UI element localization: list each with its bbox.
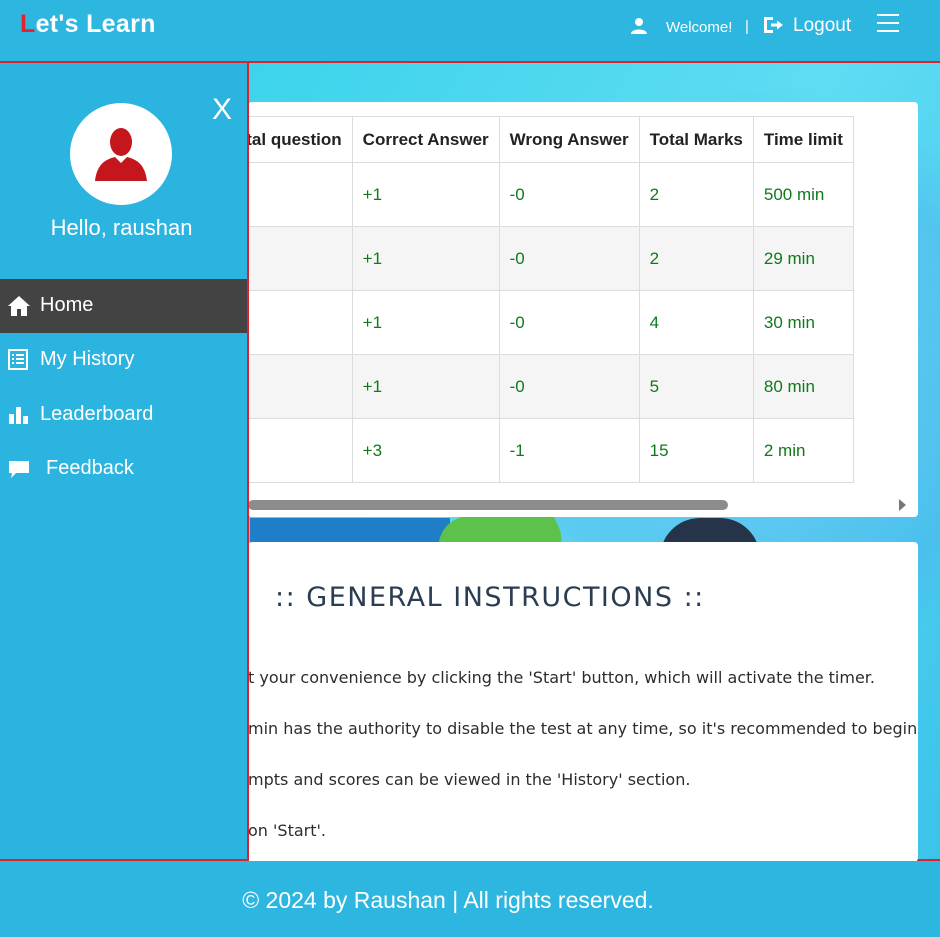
table-cell: 5 [248, 418, 353, 483]
logout-link[interactable]: Logout [793, 15, 851, 37]
table-cell: 5 [248, 354, 353, 419]
table-cell: -1 [498, 418, 640, 483]
table-cell: 2 [638, 162, 754, 227]
table-cell: 500 min [752, 162, 854, 227]
sidebar-item-home[interactable]: Home [0, 279, 247, 333]
table-cell: 4 [638, 290, 754, 355]
brand-name: et's Learn [35, 10, 156, 38]
instruction-line: min has the authority to disable the tes… [248, 719, 918, 738]
sidebar-item-label: Feedback [46, 457, 134, 479]
sidebar-item-label: Home [40, 294, 94, 316]
table-cell: -0 [498, 354, 640, 419]
table-row: 2 +1 -0 2 500 min [248, 162, 854, 227]
table-cell: -0 [498, 226, 640, 291]
table-cell: -0 [498, 162, 640, 227]
table-header-row: Total question Correct Answer Wrong Answ… [248, 116, 854, 163]
table-row: ✔ 4 +1 -0 4 30 min [248, 290, 854, 355]
table-cell: 30 min [752, 290, 854, 355]
sidebar-item-label: Leaderboard [40, 403, 154, 425]
footer-copyright: © 2024 by Raushan | All rights reserved. [242, 887, 654, 913]
brand-logo[interactable]: Let's Learn [20, 10, 156, 39]
background-decoration-band [250, 518, 450, 543]
logout-icon[interactable] [762, 15, 784, 35]
user-icon [631, 18, 647, 34]
instructions-title: :: GENERAL INSTRUCTIONS :: [275, 582, 705, 613]
instructions-card: :: GENERAL INSTRUCTIONS :: t your conven… [248, 542, 918, 862]
table-cell: -0 [498, 290, 640, 355]
table-cell: 2 min [752, 418, 854, 483]
table-cell: 15 [638, 418, 754, 483]
table-header-correct-answer: Correct Answer [351, 116, 500, 163]
table-header-total-marks: Total Marks [638, 116, 754, 163]
instruction-line: on 'Start'. [248, 821, 326, 840]
table-cell: 2 [248, 162, 353, 227]
instruction-line: mpts and scores can be viewed in the 'Hi… [248, 770, 691, 789]
bar-chart-icon [9, 407, 28, 424]
quiz-table: Total question Correct Answer Wrong Answ… [248, 116, 854, 483]
welcome-text: Welcome! [666, 19, 733, 36]
scroll-right-arrow-icon[interactable] [899, 499, 906, 511]
sidebar-item-label: My History [40, 348, 135, 370]
table-cell: +1 [351, 162, 500, 227]
table-cell: +1 [351, 290, 500, 355]
table-row: 5 +1 -0 5 80 min [248, 354, 854, 419]
table-cell: +1 [351, 354, 500, 419]
table-header-time-limit: Time limit [752, 116, 854, 163]
table-cell: 80 min [752, 354, 854, 419]
top-navbar: Let's Learn Welcome! | Logout [0, 0, 940, 61]
footer: © 2024 by Raushan | All rights reserved. [0, 861, 940, 937]
comment-icon [9, 461, 29, 478]
home-icon [8, 296, 30, 316]
sidebar: X Hello, raushan Home My History Leaderb… [0, 61, 249, 861]
table-cell: +1 [351, 226, 500, 291]
table-cell: 2 [248, 226, 353, 291]
table-row: ✔ 2 +1 -0 2 29 min [248, 226, 854, 291]
user-greeting: Hello, raushan [50, 215, 193, 240]
table-cell: 4 [248, 290, 353, 355]
close-sidebar-button[interactable]: X [212, 93, 232, 127]
sidebar-item-feedback[interactable]: Feedback [0, 442, 247, 496]
sidebar-item-leaderboard[interactable]: Leaderboard [0, 388, 247, 442]
table-cell: 29 min [752, 226, 854, 291]
quiz-table-card: Total question Correct Answer Wrong Answ… [248, 102, 918, 517]
avatar [70, 103, 172, 205]
table-header-total-question: Total question [248, 116, 353, 163]
table-row: 5 +3 -1 15 2 min [248, 418, 854, 483]
table-cell: 5 [638, 354, 754, 419]
table-cell: 2 [638, 226, 754, 291]
brand-first-letter: L [20, 10, 36, 38]
sidebar-item-my-history[interactable]: My History [0, 333, 247, 387]
header-separator: | [745, 18, 749, 35]
table-cell: +3 [351, 418, 500, 483]
instruction-line: t your convenience by clicking the 'Star… [248, 668, 875, 687]
scrollbar-thumb[interactable] [248, 500, 728, 510]
list-icon [8, 349, 28, 370]
table-header-wrong-answer: Wrong Answer [498, 116, 640, 163]
hamburger-menu-icon[interactable] [877, 14, 899, 34]
user-avatar-icon [95, 128, 147, 181]
horizontal-scrollbar[interactable] [248, 496, 918, 517]
